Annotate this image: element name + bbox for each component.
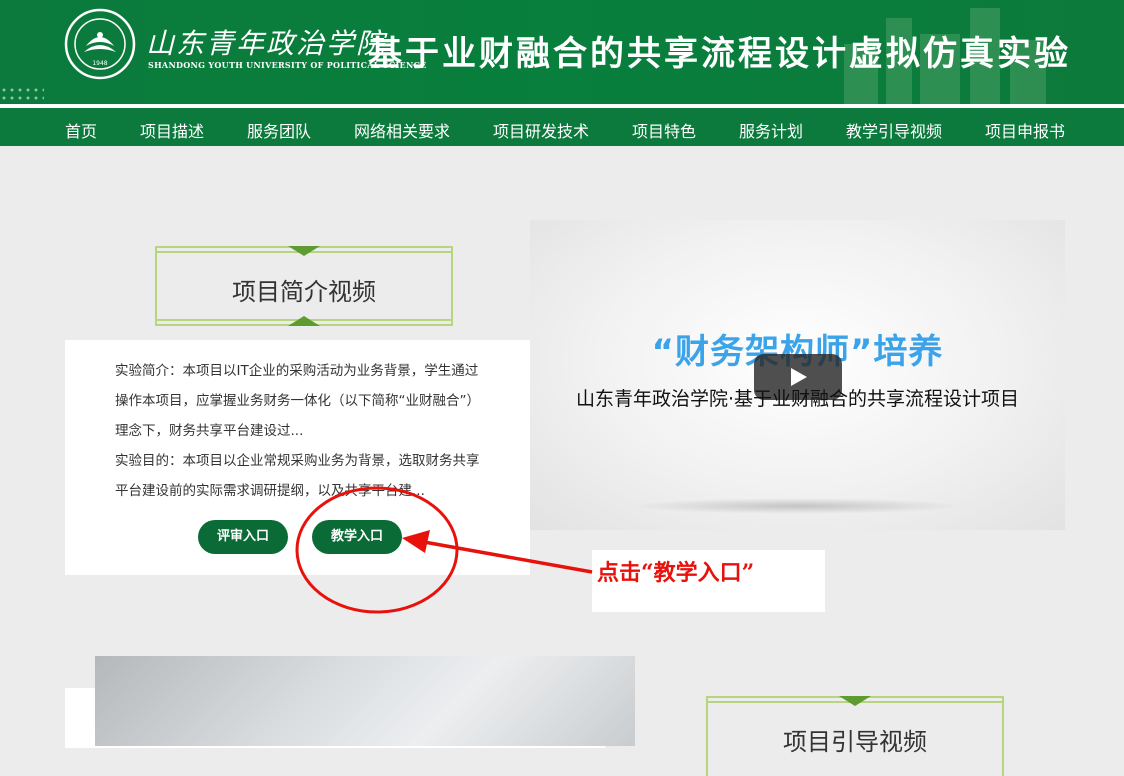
nav-item-network[interactable]: 网络相关要求 bbox=[354, 118, 450, 142]
guide-section-heading: 项目引导视频 bbox=[706, 696, 1004, 776]
nav-item-description[interactable]: 项目描述 bbox=[140, 118, 204, 142]
site-title: 基于业财融合的共享流程设计虚拟仿真实验 bbox=[368, 34, 1071, 74]
nav-item-guide-video[interactable]: 教学引导视频 bbox=[846, 118, 942, 142]
intro-card: 实验简介：本项目以IT企业的采购活动为业务背景，学生通过操作本项目，应掌握业务财… bbox=[65, 340, 530, 575]
nav-item-home[interactable]: 首页 bbox=[65, 118, 97, 142]
main-nav: 首页 项目描述 服务团队 网络相关要求 项目研发技术 项目特色 服务计划 教学引… bbox=[0, 104, 1124, 146]
video-subtitle: 山东青年政治学院·基于业财融合的共享流程设计项目 bbox=[575, 388, 1020, 410]
annotation-text: 点击“教学入口” bbox=[597, 560, 755, 586]
chevron-down-icon bbox=[288, 246, 320, 256]
school-name-cn: 山东青年政治学院 bbox=[146, 27, 387, 60]
intro-video-player[interactable]: “财务架构师”培养 山东青年政治学院·基于业财融合的共享流程设计项目 bbox=[530, 220, 1065, 530]
nav-item-application[interactable]: 项目申报书 bbox=[985, 118, 1065, 142]
svg-text:1948: 1948 bbox=[92, 60, 107, 67]
nav-item-features[interactable]: 项目特色 bbox=[632, 118, 696, 142]
school-logo[interactable]: 1948 bbox=[64, 8, 136, 80]
intro-paragraph: 实验目的：本项目以企业常规采购业务为背景，选取财务共享平台建设前的实际需求调研提… bbox=[115, 453, 480, 499]
chevron-down-icon bbox=[839, 696, 871, 706]
nav-item-technology[interactable]: 项目研发技术 bbox=[493, 118, 589, 142]
intro-paragraph: 实验简介：本项目以IT企业的采购活动为业务背景，学生通过操作本项目，应掌握业务财… bbox=[115, 363, 480, 439]
review-entry-button[interactable]: 评审入口 bbox=[198, 520, 288, 554]
teaching-entry-button[interactable]: 教学入口 bbox=[312, 520, 402, 554]
intro-section-heading: 项目简介视频 bbox=[155, 246, 453, 326]
intro-section-title: 项目简介视频 bbox=[232, 278, 376, 306]
intro-text: 实验简介：本项目以IT企业的采购活动为业务背景，学生通过操作本项目，应掌握业务财… bbox=[115, 356, 485, 506]
guide-video-thumbnail[interactable] bbox=[95, 656, 635, 746]
nav-item-team[interactable]: 服务团队 bbox=[247, 118, 311, 142]
chevron-up-icon bbox=[288, 316, 320, 326]
nav-item-service-plan[interactable]: 服务计划 bbox=[739, 118, 803, 142]
site-header: 1948 山东青年政治学院 SHANDONG YOUTH UNIVERSITY … bbox=[0, 0, 1124, 104]
